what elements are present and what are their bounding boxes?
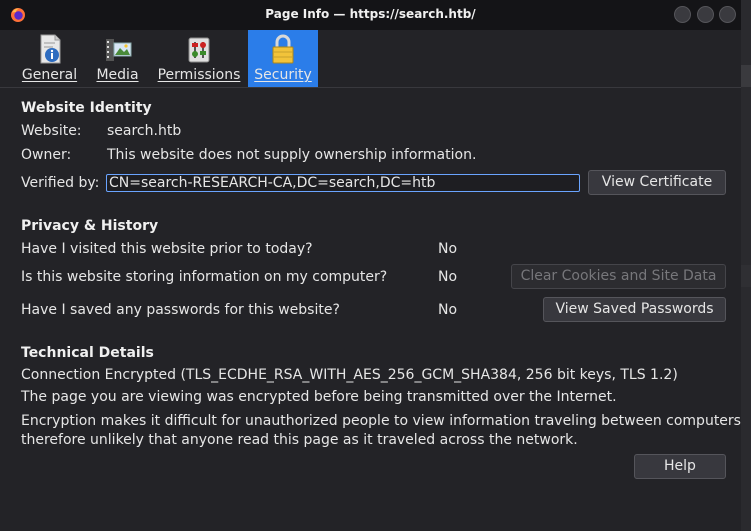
- privacy-history-heading: Privacy & History: [21, 218, 159, 234]
- connection-encrypted-text: Connection Encrypted (TLS_ECDHE_RSA_WITH…: [21, 367, 678, 383]
- visited-question: Have I visited this website prior to tod…: [21, 241, 313, 257]
- encryption-description: The page you are viewing was encrypted b…: [21, 389, 617, 405]
- background-window-edge: [741, 0, 751, 531]
- tab-security[interactable]: Security: [248, 30, 318, 87]
- tab-permissions[interactable]: Permissions: [157, 30, 241, 87]
- encryption-explanation-line1: Encryption makes it difficult for unauth…: [21, 413, 751, 429]
- verified-by-field[interactable]: CN=search-RESEARCH-CA,DC=search,DC=htb: [106, 174, 580, 192]
- background-decoration: [741, 265, 751, 287]
- technical-details-heading: Technical Details: [21, 345, 154, 361]
- permissions-icon: [188, 37, 210, 63]
- website-label: Website:: [21, 123, 82, 139]
- tab-media[interactable]: Media: [93, 30, 142, 87]
- toolbar-separator: [0, 87, 741, 88]
- owner-label: Owner:: [21, 147, 72, 163]
- passwords-answer: No: [438, 302, 458, 318]
- website-value: search.htb: [107, 123, 182, 139]
- tab-label: Permissions: [157, 67, 241, 83]
- lock-icon: [272, 34, 294, 64]
- tab-bar: General Media Permissions Security: [0, 30, 741, 87]
- tab-label: General: [21, 67, 78, 83]
- window-title: Page Info — https://search.htb/: [265, 7, 476, 21]
- website-identity-heading: Website Identity: [21, 100, 152, 116]
- minimize-button[interactable]: [674, 6, 691, 23]
- page-info-window: Page Info — https://search.htb/ General: [0, 0, 751, 531]
- help-button[interactable]: Help: [634, 454, 726, 479]
- clear-cookies-button[interactable]: Clear Cookies and Site Data: [511, 264, 726, 289]
- background-decoration: [741, 65, 751, 87]
- tab-label: Media: [96, 67, 139, 83]
- title-bar[interactable]: Page Info — https://search.htb/: [0, 0, 741, 30]
- info-icon: [40, 34, 60, 64]
- maximize-button[interactable]: [697, 6, 714, 23]
- close-button[interactable]: [719, 6, 736, 23]
- view-certificate-button[interactable]: View Certificate: [588, 170, 726, 195]
- view-saved-passwords-button[interactable]: View Saved Passwords: [543, 297, 726, 322]
- visited-answer: No: [438, 241, 458, 257]
- tab-general[interactable]: General: [21, 30, 78, 87]
- verified-by-label: Verified by:: [21, 175, 100, 191]
- media-icon: [105, 39, 131, 61]
- storing-question: Is this website storing information on m…: [21, 269, 388, 285]
- storing-answer: No: [438, 269, 458, 285]
- encryption-explanation-line2: therefore unlikely that anyone read this…: [21, 432, 578, 448]
- tab-label: Security: [254, 67, 312, 83]
- passwords-question: Have I saved any passwords for this webs…: [21, 302, 340, 318]
- owner-value: This website does not supply ownership i…: [107, 147, 477, 163]
